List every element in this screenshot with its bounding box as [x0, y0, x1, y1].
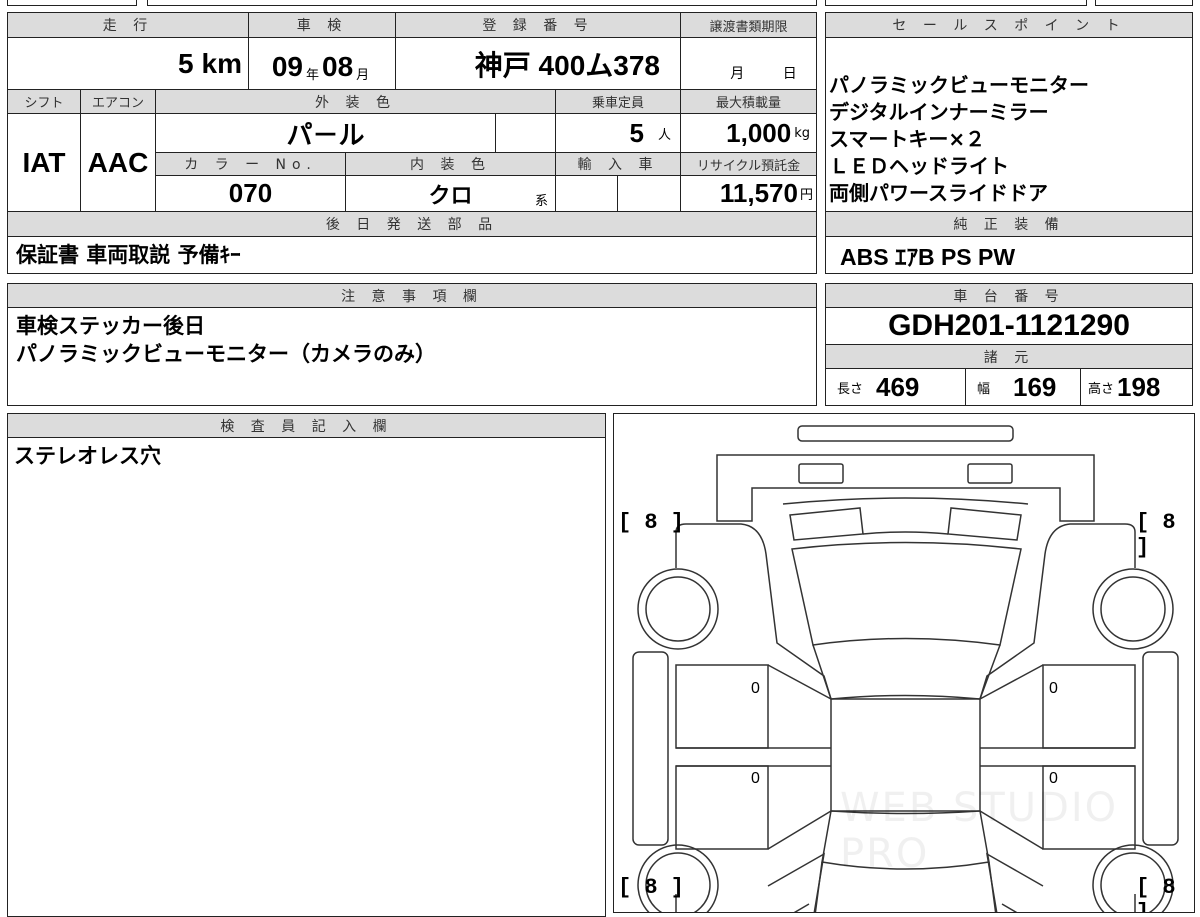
month-unit: 月 — [356, 68, 370, 83]
later-parts-text: 保証書 車両取説 予備ｷｰ — [16, 243, 241, 267]
max-load-value: 1,000 kg — [680, 113, 817, 153]
inspection-header: 車 検 — [248, 12, 396, 38]
inspection-value: 09 年 08 月 — [248, 37, 396, 90]
mileage-value: 5 km — [7, 37, 249, 90]
exterior-color-header: 外 装 色 — [155, 89, 556, 114]
length-value: 469 — [876, 371, 920, 402]
color-no-header: カ ラ ー No. — [155, 152, 346, 176]
capacity-value: 5 人 — [555, 113, 681, 153]
recycle-fee-header: リサイクル預託金 — [680, 152, 817, 176]
max-load-header: 最大積載量 — [680, 89, 817, 114]
registration-header: 登 録 番 号 — [395, 12, 681, 38]
registration-number: 神戸 400ム378 — [474, 49, 660, 81]
door-mark-front-left: 0 — [751, 680, 760, 697]
height-value: 198 — [1117, 371, 1161, 402]
cropped-top-box — [147, 0, 817, 6]
exterior-color-extra — [495, 113, 556, 153]
height-label: 高さ — [1088, 381, 1115, 397]
deadline-day: 日 — [782, 66, 797, 82]
sales-point-item: デジタルインナーミラー — [829, 100, 1049, 124]
recycle-fee-number: 11,570 — [719, 178, 798, 208]
tread-mark-rear-left: [ 8 ] — [618, 875, 685, 900]
import-value-2 — [617, 175, 681, 212]
mileage-number: 5 — [177, 47, 194, 79]
inspector-note: ステレオレス穴 — [14, 444, 161, 468]
deadline-month: 月 — [730, 66, 745, 82]
import-value-1 — [555, 175, 618, 212]
watermark: WEB STUDIO PRO — [840, 785, 1119, 877]
interior-color-suffix: 系 — [534, 194, 548, 209]
aircon-value: AAC — [80, 113, 156, 212]
capacity-unit: 人 — [657, 127, 671, 143]
capacity-number: 5 — [629, 117, 644, 148]
sales-point-item: ＬＥＤヘッドライト — [829, 154, 1009, 178]
recycle-fee-unit: 円 — [799, 188, 813, 203]
sales-point-item: パノラミックビューモニター — [829, 73, 1089, 97]
width-cell: 幅 169 — [965, 368, 1081, 406]
tread-mark-rear-right: [ 8 ] — [1136, 875, 1176, 913]
standard-equipment-header: 純 正 装 備 — [825, 211, 1193, 237]
width-value: 169 — [1013, 371, 1057, 402]
recycle-fee-value: 11,570 円 — [680, 175, 817, 212]
capacity-header: 乗車定員 — [555, 89, 681, 114]
length-label: 長さ — [837, 381, 864, 397]
sales-points-header: セ ー ル ス ポ イ ン ト — [825, 12, 1193, 38]
cropped-top-box — [7, 0, 137, 6]
later-parts-header: 後 日 発 送 部 品 — [7, 211, 817, 237]
sales-point-item: 両側パワースライドドア — [829, 181, 1048, 205]
door-mark-front-right: 0 — [1049, 680, 1058, 697]
height-cell: 高さ 198 — [1080, 368, 1193, 406]
length-cell: 長さ 469 — [825, 368, 966, 406]
chassis-no-text: GDH201-1121290 — [888, 309, 1130, 342]
later-parts-value: 保証書 車両取説 予備ｷｰ — [7, 236, 817, 274]
exterior-color-text: パ－ル — [286, 119, 365, 150]
aircon-text: AAC — [87, 146, 149, 178]
note-line: パノラミックビューモニター（カメラのみ） — [16, 342, 436, 366]
interior-color-header: 内 装 色 — [345, 152, 556, 176]
inspection-month: 08 — [322, 51, 354, 82]
chassis-no-header: 車 台 番 号 — [825, 283, 1193, 308]
aircon-header: エアコン — [80, 89, 156, 114]
exterior-color-value: パ－ル — [155, 113, 496, 153]
cropped-top-box — [825, 0, 1087, 6]
width-label: 幅 — [977, 381, 991, 397]
standard-equipment-text: ABS ｴｱB PS PW — [840, 244, 1016, 270]
transfer-deadline-header: 譲渡書類期限 — [680, 12, 817, 38]
tread-mark-front-left: [ 8 ] — [618, 510, 685, 535]
notes-header: 注 意 事 項 欄 — [7, 283, 817, 308]
notes-box: 車検ステッカー後日 パノラミックビューモニター（カメラのみ） — [7, 307, 817, 406]
transfer-deadline-value: 月 日 — [680, 37, 817, 90]
max-load-unit: kg — [794, 125, 810, 141]
color-no-text: 070 — [228, 178, 273, 208]
registration-value: 神戸 400ム378 — [395, 37, 681, 90]
inspector-header: 検 査 員 記 入 欄 — [7, 413, 606, 438]
max-load-number: 1,000 — [726, 117, 792, 148]
door-mark-rear-left: 0 — [751, 770, 760, 787]
specs-header: 諸 元 — [825, 344, 1193, 369]
mileage-header: 走 行 — [7, 12, 249, 38]
interior-color-value: クロ 系 — [345, 175, 556, 212]
inspection-year: 09 — [271, 51, 303, 82]
mileage-unit: km — [201, 47, 242, 79]
standard-equipment-value: ABS ｴｱB PS PW — [825, 236, 1193, 274]
cropped-top-box — [1095, 0, 1193, 6]
sales-points-list: パノラミックビューモニター デジタルインナーミラー スマートキー×２ ＬＥＤヘッ… — [829, 72, 1089, 207]
shift-header: シフト — [7, 89, 81, 114]
sales-point-item: スマートキー×２ — [829, 127, 986, 151]
note-line: 車検ステッカー後日 — [16, 314, 205, 338]
tread-mark-front-right: [ 8 ] — [1136, 510, 1176, 560]
interior-color-text: クロ — [428, 182, 473, 208]
shift-value: IAT — [7, 113, 81, 212]
shift-text: IAT — [22, 146, 66, 178]
inspector-box: ステレオレス穴 — [7, 437, 606, 917]
chassis-no-value: GDH201-1121290 — [825, 307, 1193, 345]
import-header: 輸 入 車 — [555, 152, 681, 176]
color-no-value: 070 — [155, 175, 346, 212]
year-unit: 年 — [305, 68, 319, 83]
